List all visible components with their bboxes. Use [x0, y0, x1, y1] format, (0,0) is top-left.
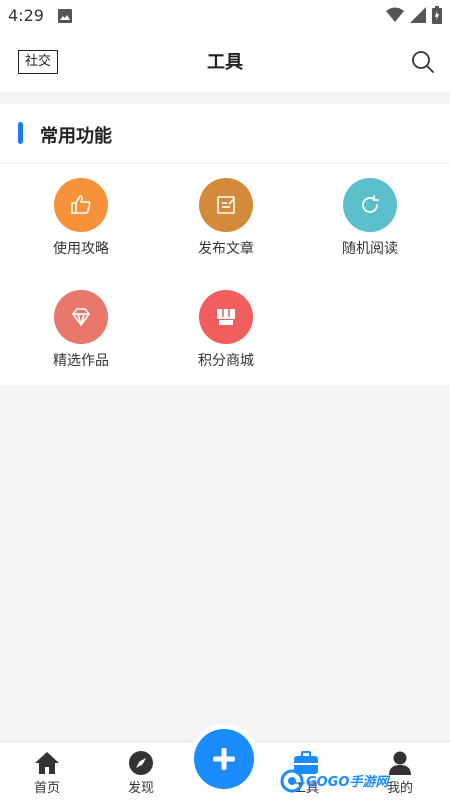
function-post-article[interactable]: 发布文章 [171, 178, 281, 268]
section-header: 常用功能 [0, 104, 450, 164]
nav-discover-label: 发现 [127, 781, 154, 796]
diamond-icon [54, 290, 108, 344]
common-functions-card: 常用功能 使用攻略 发布文章 随机阅读 精选作品 积分商城 [0, 104, 450, 385]
store-icon [199, 290, 253, 344]
function-label: 积分商城 [198, 353, 254, 369]
nav-home[interactable]: 首页 [12, 742, 82, 800]
signal-icon [410, 7, 426, 27]
function-label: 使用攻略 [53, 241, 109, 257]
social-button[interactable]: 社交 [18, 50, 58, 74]
search-icon[interactable] [410, 49, 436, 75]
nav-discover[interactable]: 发现 [106, 742, 176, 800]
function-guide[interactable]: 使用攻略 [26, 178, 136, 268]
page-title: 工具 [207, 52, 243, 73]
edit-icon [199, 178, 253, 232]
section-accent-bar [18, 122, 23, 144]
thumbs-up-icon [54, 178, 108, 232]
status-indicators [386, 6, 442, 28]
battery-icon [432, 6, 442, 28]
status-time: 4:29 [8, 6, 44, 25]
watermark-text: GOGO手游网 [306, 775, 389, 790]
add-post-button[interactable] [194, 729, 254, 789]
nav-home-label: 首页 [33, 781, 60, 796]
function-random-read[interactable]: 随机阅读 [315, 178, 425, 268]
compass-icon [129, 751, 153, 775]
top-header: 社交 工具 [0, 32, 450, 92]
image-notification-icon [58, 8, 72, 27]
status-bar: 4:29 [0, 0, 450, 32]
wifi-icon [386, 7, 404, 27]
plus-icon [213, 748, 235, 770]
function-label: 精选作品 [53, 353, 109, 369]
function-featured-works[interactable]: 精选作品 [26, 290, 136, 380]
function-points-mall[interactable]: 积分商城 [171, 290, 281, 380]
function-label: 发布文章 [198, 241, 254, 257]
home-icon [35, 752, 59, 774]
function-label: 随机阅读 [342, 241, 398, 257]
section-title: 常用功能 [40, 126, 112, 147]
refresh-icon [343, 178, 397, 232]
user-icon [389, 751, 411, 775]
